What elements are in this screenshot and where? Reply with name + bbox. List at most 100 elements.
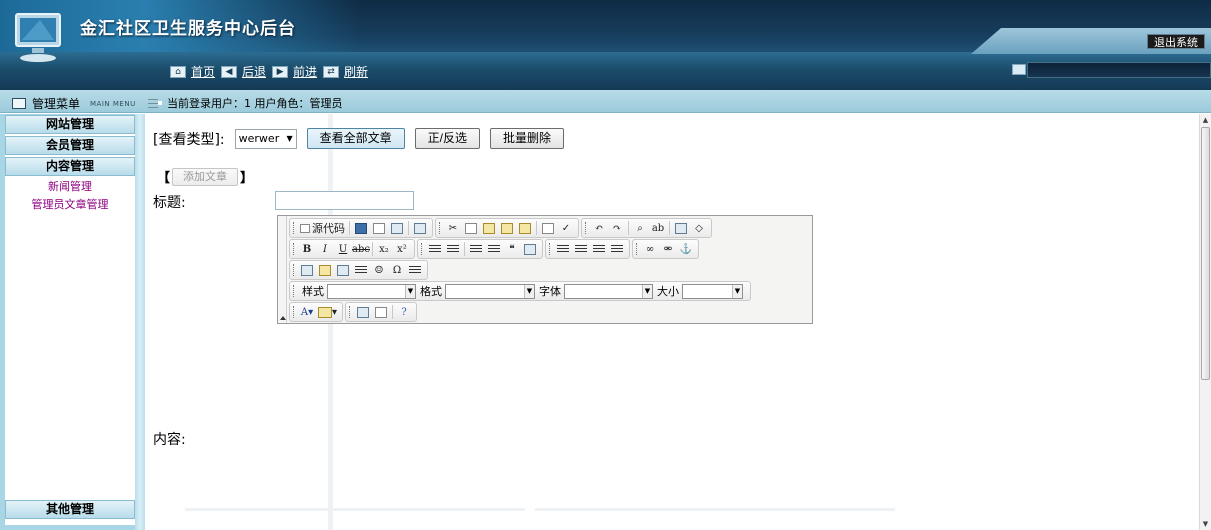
- superscript-icon[interactable]: x²: [393, 241, 411, 257]
- toolbar-row-3: ☺ Ω: [289, 260, 430, 280]
- rich-text-editor: 源代码 ✂ ✓ ↶ ↷ ⌕ ab ◇ B I U abc x₂ x² ❝ ∞ ⚮…: [277, 215, 813, 324]
- strikethrough-icon[interactable]: abc: [352, 241, 370, 257]
- templates-icon[interactable]: [411, 220, 429, 236]
- invert-selection-button[interactable]: 正/反选: [414, 128, 480, 149]
- nav-forward[interactable]: ▶ 前进: [272, 63, 317, 80]
- show-blocks-icon[interactable]: [372, 304, 390, 320]
- source-code-button[interactable]: 源代码: [298, 220, 347, 236]
- align-left-icon[interactable]: [554, 241, 572, 257]
- filter-toolbar: [查看类型]: werwer ▼ 查看全部文章 正/反选 批量删除: [153, 128, 565, 149]
- bracket-left: 【: [157, 171, 171, 186]
- link-icon[interactable]: ∞: [641, 241, 659, 257]
- screen-icon[interactable]: [1012, 64, 1026, 75]
- scroll-up-icon[interactable]: ▲: [1200, 114, 1211, 126]
- eraser-icon[interactable]: ◇: [690, 220, 708, 236]
- scroll-down-icon[interactable]: ▼: [1200, 518, 1211, 530]
- menu-lines-icon: [147, 99, 158, 108]
- batch-delete-button[interactable]: 批量删除: [490, 128, 565, 149]
- paste-word-icon[interactable]: [516, 220, 534, 236]
- redo-icon[interactable]: ↷: [608, 220, 626, 236]
- preview-icon[interactable]: [388, 220, 406, 236]
- editor-collapse-toggle[interactable]: [278, 216, 287, 323]
- monitor-logo-icon: [15, 13, 61, 62]
- smiley-icon[interactable]: ☺: [370, 262, 388, 278]
- underline-icon[interactable]: U: [334, 241, 352, 257]
- grip-icon: [421, 243, 423, 255]
- background-color-button[interactable]: ▾: [316, 304, 339, 320]
- grip-icon: [636, 243, 638, 255]
- sidebar-splitter[interactable]: [135, 114, 145, 530]
- nav-back[interactable]: ◀ 后退: [221, 63, 266, 80]
- spellcheck-icon[interactable]: ✓: [557, 220, 575, 236]
- anchor-icon[interactable]: ⚓: [677, 241, 695, 257]
- blockquote-icon[interactable]: ❝: [503, 241, 521, 257]
- page-break-icon[interactable]: [406, 262, 424, 278]
- align-right-icon[interactable]: [590, 241, 608, 257]
- type-select[interactable]: werwer ▼: [234, 128, 297, 149]
- nav-refresh-label: 刷新: [344, 65, 369, 79]
- text-color-button[interactable]: A▾: [298, 304, 316, 320]
- paste-text-icon[interactable]: [498, 220, 516, 236]
- toolbar-group-basic-styles: B I U abc x₂ x²: [289, 239, 415, 259]
- horizontal-rule-icon[interactable]: [352, 262, 370, 278]
- div-container-icon[interactable]: [521, 241, 539, 257]
- unlink-icon[interactable]: ⚮: [659, 241, 677, 257]
- indent-icon[interactable]: [485, 241, 503, 257]
- table-icon[interactable]: [334, 262, 352, 278]
- align-justify-icon[interactable]: [608, 241, 626, 257]
- nav-refresh[interactable]: ⇄ 刷新: [323, 63, 368, 80]
- vertical-scrollbar[interactable]: ▲ ▼: [1199, 114, 1211, 530]
- title-input[interactable]: [275, 191, 414, 210]
- special-char-icon[interactable]: Ω: [388, 262, 406, 278]
- bulleted-list-icon[interactable]: [444, 241, 462, 257]
- view-all-articles-button[interactable]: 查看全部文章: [306, 128, 405, 149]
- find-icon[interactable]: ⌕: [631, 220, 649, 236]
- replace-icon[interactable]: ab: [649, 220, 667, 236]
- print-icon[interactable]: [539, 220, 557, 236]
- bg-line: [535, 508, 895, 511]
- sidebar-link-news[interactable]: 新闻管理: [5, 178, 135, 196]
- grip-icon: [349, 306, 351, 318]
- dropdown-arrow-icon: ▼: [286, 134, 293, 143]
- save-icon[interactable]: [352, 220, 370, 236]
- style-combo[interactable]: ▼: [327, 283, 416, 299]
- select-all-icon[interactable]: [672, 220, 690, 236]
- toolbar-group-clipboard: ✂ ✓: [435, 218, 579, 238]
- bg-line: [185, 508, 525, 511]
- toolbar-group-insert: ☺ Ω: [289, 260, 428, 280]
- add-article-button[interactable]: 添加文章: [172, 167, 239, 186]
- format-combo[interactable]: ▼: [445, 283, 535, 299]
- new-page-icon[interactable]: [370, 220, 388, 236]
- cut-icon[interactable]: ✂: [444, 220, 462, 236]
- copy-icon[interactable]: [462, 220, 480, 236]
- bold-icon[interactable]: B: [298, 241, 316, 257]
- toolbar-row-1: 源代码 ✂ ✓ ↶ ↷ ⌕ ab ◇: [289, 218, 714, 238]
- sidebar-section-site[interactable]: 网站管理: [5, 115, 135, 134]
- sidebar-section-content[interactable]: 内容管理: [5, 157, 135, 176]
- paste-icon[interactable]: [480, 220, 498, 236]
- subscript-icon[interactable]: x₂: [375, 241, 393, 257]
- bullet-icon: [158, 101, 162, 105]
- grip-icon: [585, 222, 587, 234]
- font-combo[interactable]: ▼: [564, 283, 653, 299]
- size-combo[interactable]: ▼: [682, 283, 743, 299]
- align-center-icon[interactable]: [572, 241, 590, 257]
- image-icon[interactable]: [298, 262, 316, 278]
- sidebar-section-other[interactable]: 其他管理: [5, 500, 135, 519]
- maximize-icon[interactable]: [354, 304, 372, 320]
- grip-icon: [293, 264, 295, 276]
- nav-home[interactable]: ⌂ 首页: [170, 63, 215, 80]
- separator: [372, 242, 373, 256]
- italic-icon[interactable]: I: [316, 241, 334, 257]
- sidebar-section-members[interactable]: 会员管理: [5, 136, 135, 155]
- sidebar-link-admin-articles[interactable]: 管理员文章管理: [5, 196, 135, 214]
- outdent-icon[interactable]: [467, 241, 485, 257]
- logout-button[interactable]: 退出系统: [1147, 34, 1205, 49]
- flash-icon[interactable]: [316, 262, 334, 278]
- scrollbar-thumb[interactable]: [1201, 127, 1210, 380]
- toolbar-row-4: 样式 ▼ 格式 ▼ 字体 ▼ 大小 ▼: [289, 281, 753, 301]
- numbered-list-icon[interactable]: [426, 241, 444, 257]
- help-icon[interactable]: ?: [395, 304, 413, 320]
- separator: [392, 305, 394, 319]
- undo-icon[interactable]: ↶: [590, 220, 608, 236]
